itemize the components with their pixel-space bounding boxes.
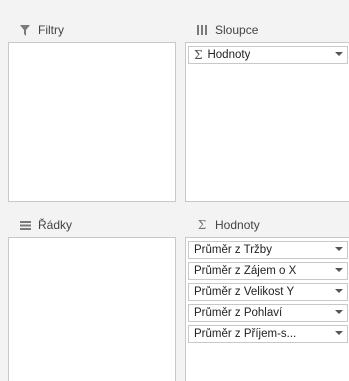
field-label: Průměr z Velikost Y [194,286,295,298]
rows-icon [18,218,32,232]
filters-drop-zone[interactable] [8,42,176,202]
field-label: Průměr z Zájem o X [194,265,297,277]
field-label: Hodnoty [207,49,251,61]
columns-area: Sloupce Σ Hodnoty [185,18,349,202]
values-drop-zone[interactable]: Průměr z Tržby Průměr z Zájem o X Průměr… [185,237,349,381]
field-label: Průměr z Příjem-s... [194,328,297,340]
rows-area: Řádky [8,213,176,381]
rows-drop-zone[interactable] [8,237,176,381]
dropdown-arrow-icon[interactable] [335,310,343,314]
dropdown-arrow-icon[interactable] [335,289,343,293]
dropdown-arrow-icon[interactable] [335,247,343,251]
field-label: Průměr z Pohlaví [194,307,283,319]
values-field-pohlavi[interactable]: Průměr z Pohlaví [188,304,348,322]
values-field-trzby[interactable]: Průměr z Tržby [188,241,348,259]
values-header: Σ Hodnoty [185,213,349,237]
columns-field-hodnoty[interactable]: Σ Hodnoty [188,46,348,64]
filter-icon [18,23,32,37]
values-area: Σ Hodnoty Průměr z Tržby Průměr z Zájem … [185,213,349,381]
values-field-zajem[interactable]: Průměr z Zájem o X [188,262,348,280]
columns-header: Sloupce [185,18,349,42]
values-field-velikost[interactable]: Průměr z Velikost Y [188,283,348,301]
sigma-icon: Σ [197,218,207,232]
columns-icon [195,23,209,37]
dropdown-arrow-icon[interactable] [335,331,343,335]
rows-header: Řádky [8,213,176,237]
filters-header: Filtry [8,18,176,42]
columns-title: Sloupce [215,23,259,37]
dropdown-arrow-icon[interactable] [335,52,343,56]
sigma-icon: Σ [194,48,203,62]
values-title: Hodnoty [215,218,260,232]
field-label: Průměr z Tržby [194,244,272,256]
values-field-prijem[interactable]: Průměr z Příjem-s... [188,325,348,343]
rows-title: Řádky [38,218,73,232]
dropdown-arrow-icon[interactable] [335,268,343,272]
filters-title: Filtry [38,23,64,37]
columns-drop-zone[interactable]: Σ Hodnoty [185,42,349,202]
filters-area: Filtry [8,18,176,202]
